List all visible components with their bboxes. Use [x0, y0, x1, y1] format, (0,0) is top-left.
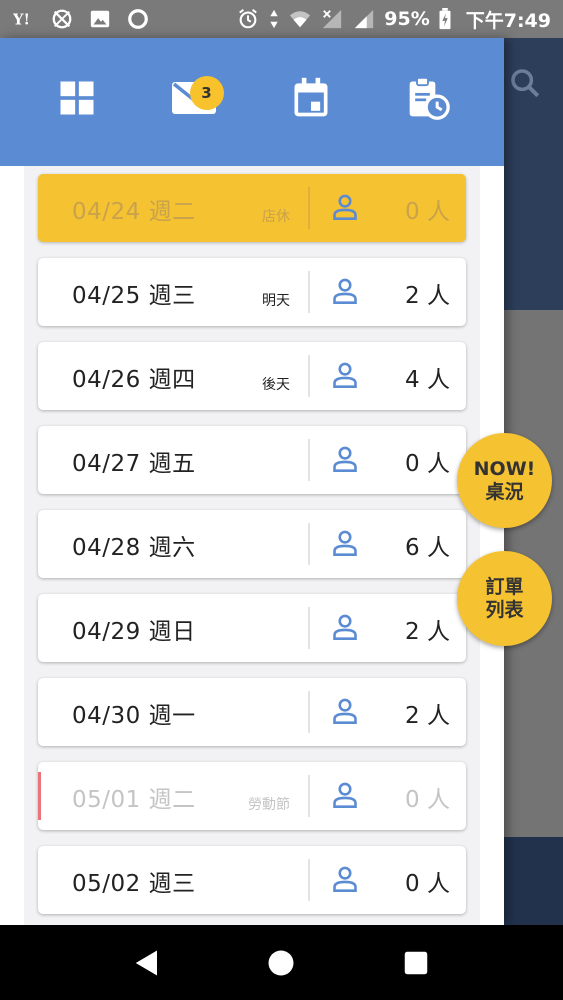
date-note: 明天: [262, 293, 290, 309]
date-label: 04/29 週日: [72, 619, 196, 645]
home-circle-icon: [268, 950, 294, 975]
date-label: 04/30 週一: [72, 703, 196, 729]
dashboard-button[interactable]: [47, 68, 107, 128]
date-note: 店休: [262, 209, 290, 225]
history-button[interactable]: [398, 68, 458, 128]
date-row[interactable]: 04/27 週五 0 人: [38, 426, 466, 494]
date-label: 05/02 週三: [72, 871, 196, 897]
guest-count: 4 人: [405, 367, 450, 393]
person-icon: [333, 530, 357, 556]
guest-count: 2 人: [405, 703, 450, 729]
date-row[interactable]: 04/29 週日 2 人: [38, 594, 466, 662]
date-label: 04/28 週六: [72, 535, 196, 561]
svg-text:Y!: Y!: [13, 12, 30, 29]
wifi-icon: [288, 7, 312, 31]
guest-count: 2 人: [405, 283, 450, 309]
search-icon[interactable]: [508, 66, 542, 100]
clipboard-history-icon: [409, 76, 450, 120]
date-row[interactable]: 04/26 週四 後天 4 人: [38, 342, 466, 410]
person-icon: [333, 614, 357, 640]
guest-count: 0 人: [405, 451, 450, 477]
date-row[interactable]: 04/24 週二 店休 0 人: [38, 174, 466, 242]
date-note: 勞動節: [248, 797, 290, 813]
row-divider: [308, 691, 310, 733]
date-label: 04/25 週三: [72, 283, 196, 309]
recents-button[interactable]: [396, 943, 436, 983]
calendar-button[interactable]: [281, 68, 341, 128]
mail-badge: 3: [189, 76, 224, 110]
mail-button[interactable]: 3: [164, 68, 224, 128]
row-divider: [308, 775, 310, 817]
row-divider: [308, 859, 310, 901]
signal-icon-1: [320, 7, 344, 31]
date-label: 04/27 週五: [72, 451, 196, 477]
date-row[interactable]: 04/28 週六 6 人: [38, 510, 466, 578]
date-row[interactable]: 05/02 週三 0 人: [38, 846, 466, 914]
status-left: Y!: [12, 7, 150, 31]
date-label: 05/01 週二: [72, 787, 196, 813]
person-icon: [333, 194, 357, 220]
row-divider: [308, 271, 310, 313]
status-bar: Y! 95% 下午7:49: [0, 0, 563, 38]
dashboard-grid-icon: [60, 81, 93, 115]
person-icon: [333, 698, 357, 724]
date-row[interactable]: 04/30 週一 2 人: [38, 678, 466, 746]
person-icon: [333, 866, 357, 892]
guest-count: 0 人: [405, 871, 450, 897]
guest-count: 6 人: [405, 535, 450, 561]
back-triangle-icon: [135, 950, 158, 975]
home-button[interactable]: [261, 943, 301, 983]
row-divider: [308, 607, 310, 649]
person-icon: [333, 446, 357, 472]
vpn-globe-icon: [50, 7, 74, 31]
date-row[interactable]: 04/25 週三 明天 2 人: [38, 258, 466, 326]
date-label: 04/26 週四: [72, 367, 196, 393]
date-list: 04/24 週二 店休 0 人 04/25 週三 明天 2 人 04/26 週四 後天 4 人0…: [24, 166, 480, 925]
now-table-status-label-1: NOW!: [473, 457, 536, 480]
order-list-button[interactable]: 訂單 列表: [457, 551, 552, 646]
row-divider: [308, 439, 310, 481]
battery-percent: 95%: [384, 8, 430, 30]
status-right: 95% 下午7:49: [236, 6, 551, 33]
drawer-header: 3: [0, 38, 504, 166]
navigation-drawer: 3 04/24 週二 店休 0 人 04/25 週三 明天 2 人 04/26 週四 後天 4 …: [0, 38, 504, 925]
person-icon: [333, 362, 357, 388]
now-table-status-button[interactable]: NOW! 桌況: [457, 433, 552, 528]
guest-count: 0 人: [405, 199, 450, 225]
order-list-label-1: 訂單: [485, 575, 524, 598]
recents-square-icon: [404, 951, 428, 974]
row-divider: [308, 187, 310, 229]
guest-count: 0 人: [405, 787, 450, 813]
alarm-icon: [236, 7, 260, 31]
circle-app-icon: [126, 7, 150, 31]
calendar-icon: [294, 77, 327, 117]
system-nav-bar: [0, 925, 563, 1000]
image-icon: [88, 7, 112, 31]
yahoo-icon: Y!: [12, 7, 36, 31]
battery-charging-icon: [438, 7, 452, 31]
order-list-label-2: 列表: [485, 598, 524, 621]
data-arrows-icon: [268, 7, 280, 31]
signal-icon-2: [352, 7, 376, 31]
row-divider: [308, 523, 310, 565]
guest-count: 2 人: [405, 619, 450, 645]
date-note: 後天: [262, 377, 290, 393]
date-label: 04/24 週二: [72, 199, 196, 225]
person-icon: [333, 782, 357, 808]
now-table-status-label-2: 桌況: [485, 480, 524, 503]
person-icon: [333, 278, 357, 304]
back-button[interactable]: [127, 943, 167, 983]
clock: 下午7:49: [465, 9, 551, 32]
date-row[interactable]: 05/01 週二 勞動節 0 人: [38, 762, 466, 830]
row-divider: [308, 355, 310, 397]
